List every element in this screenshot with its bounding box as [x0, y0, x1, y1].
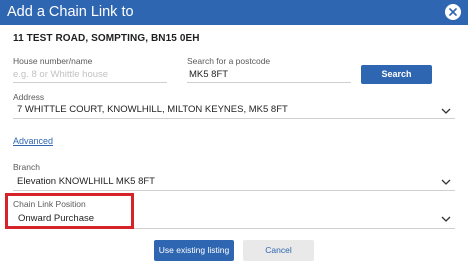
branch-select-value: Elevation KNOWLHILL MK5 8FT — [17, 176, 155, 187]
address-underline — [13, 118, 455, 119]
chevron-down-icon — [441, 179, 451, 185]
chevron-down-icon — [441, 216, 451, 222]
use-existing-listing-button[interactable]: Use existing listing — [154, 240, 234, 261]
close-icon — [449, 8, 457, 16]
advanced-link[interactable]: Advanced — [13, 136, 53, 146]
dialog-title: Add a Chain Link to — [7, 4, 134, 20]
address-select-value: 7 WHITTLE COURT, KNOWLHILL, MILTON KEYNE… — [17, 104, 288, 115]
chevron-down-icon — [441, 108, 451, 114]
dialog-titlebar: Add a Chain Link to — [0, 0, 468, 25]
branch-underline — [13, 190, 455, 191]
cancel-button[interactable]: Cancel — [243, 240, 314, 261]
house-number-input[interactable] — [13, 67, 167, 81]
highlight-box — [5, 193, 134, 229]
branch-label: Branch — [13, 162, 40, 172]
search-button[interactable]: Search — [361, 65, 432, 84]
property-address-heading: 11 TEST ROAD, SOMPTING, BN15 0EH — [13, 33, 200, 44]
house-number-label: House number/name — [13, 56, 93, 66]
postcode-input[interactable]: MK5 8FT — [189, 69, 228, 80]
postcode-label: Search for a postcode — [187, 56, 271, 66]
house-number-underline — [13, 82, 167, 83]
postcode-underline — [187, 82, 351, 83]
close-button[interactable] — [445, 4, 461, 20]
address-label: Address — [13, 92, 45, 102]
